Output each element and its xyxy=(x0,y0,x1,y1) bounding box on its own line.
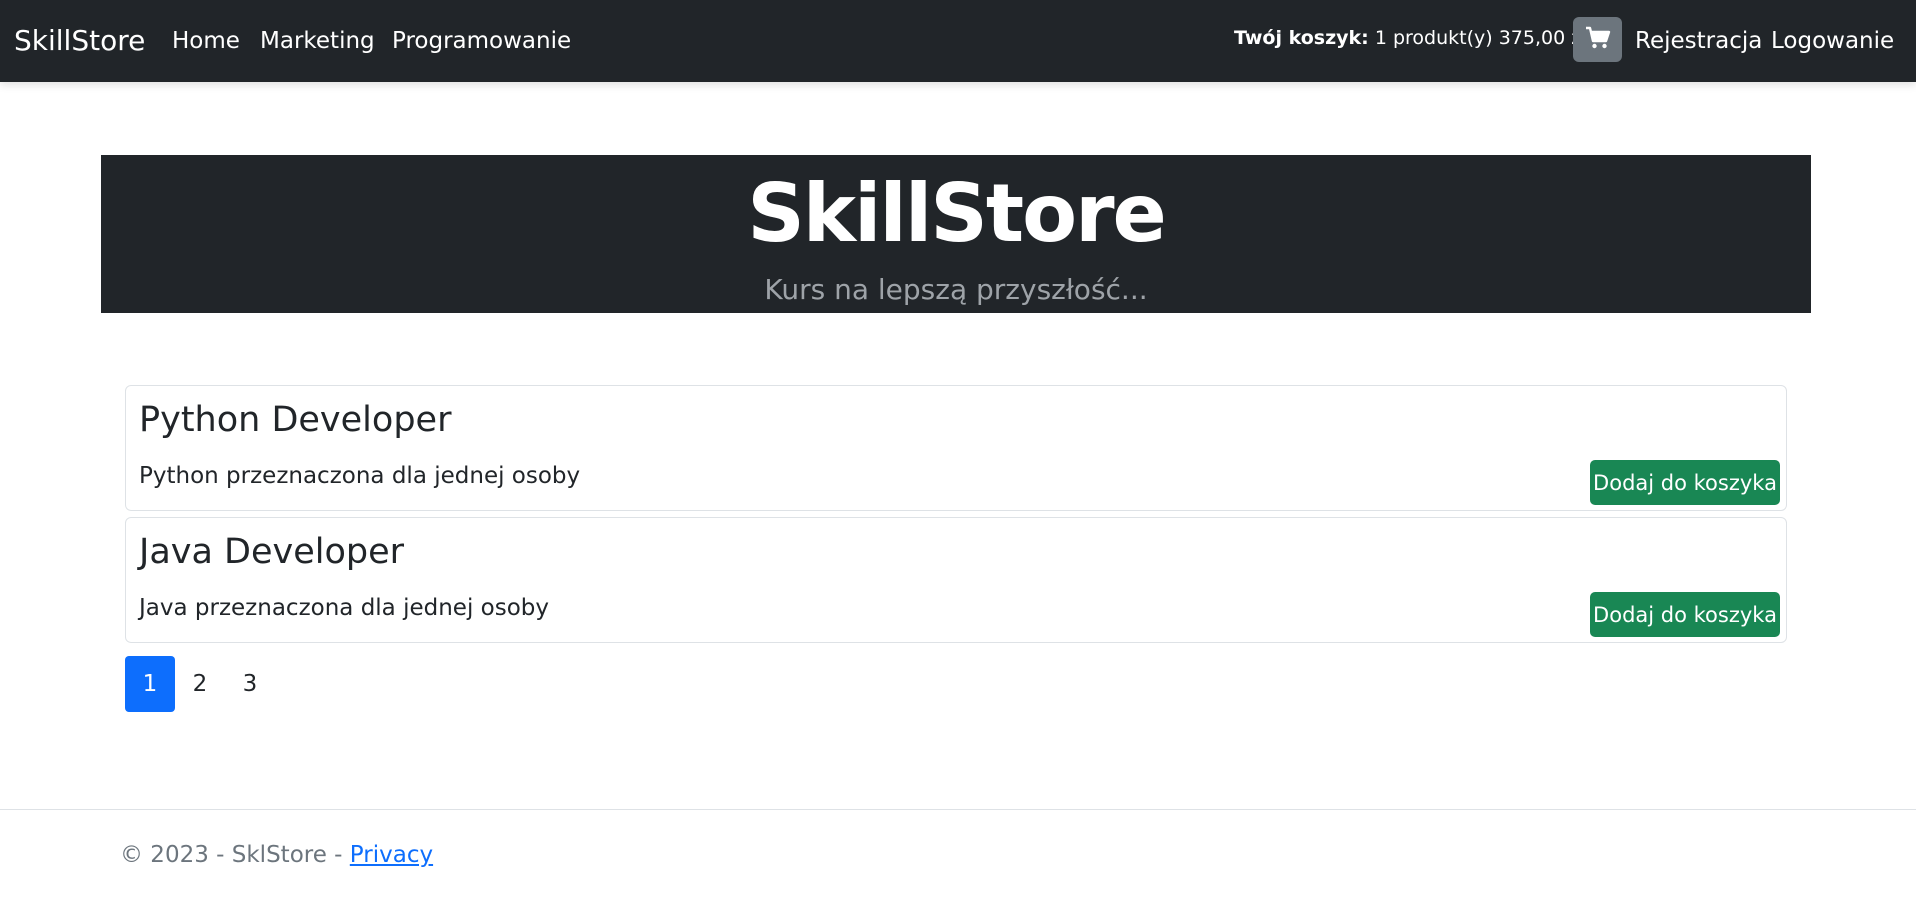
cart-info: 1 produkt(y) 375,00 zł xyxy=(1374,27,1587,49)
cart-label: Twój koszyk: xyxy=(1234,27,1369,49)
cart-summary: Twój koszyk: 1 produkt(y) 375,00 zł xyxy=(1234,27,1587,49)
cart-button[interactable] xyxy=(1573,17,1622,62)
product-description: Java przeznaczona dla jednej osoby xyxy=(139,595,549,621)
login-link[interactable]: Logowanie xyxy=(1771,28,1894,54)
hero-title: SkillStore xyxy=(747,167,1167,260)
product-title: Java Developer xyxy=(139,532,405,572)
nav-link-home[interactable]: Home xyxy=(172,28,240,54)
nav-link-marketing[interactable]: Marketing xyxy=(260,28,375,54)
top-navbar: SkillStore Home Marketing Programowanie … xyxy=(0,0,1916,82)
add-to-cart-button[interactable]: Dodaj do koszyka xyxy=(1590,592,1780,637)
page-link-2[interactable]: 2 xyxy=(175,656,225,712)
shopping-cart-icon xyxy=(1585,26,1611,54)
hero-banner: SkillStore Kurs na lepszą przyszłość... xyxy=(101,155,1811,313)
add-to-cart-button[interactable]: Dodaj do koszyka xyxy=(1590,460,1780,505)
brand-link[interactable]: SkillStore xyxy=(14,24,145,57)
hero-subtitle: Kurs na lepszą przyszłość... xyxy=(764,273,1148,306)
page-link-1[interactable]: 1 xyxy=(125,656,175,712)
register-link[interactable]: Rejestracja xyxy=(1635,28,1762,54)
footer-copyright: © 2023 - SklStore - xyxy=(120,842,350,868)
product-card: Python Developer Python przeznaczona dla… xyxy=(125,385,1787,511)
page-link-3[interactable]: 3 xyxy=(225,656,275,712)
product-title: Python Developer xyxy=(139,400,452,440)
footer-divider xyxy=(0,809,1916,810)
product-card: Java Developer Java przeznaczona dla jed… xyxy=(125,517,1787,643)
footer: © 2023 - SklStore - Privacy xyxy=(120,842,433,868)
nav-link-programowanie[interactable]: Programowanie xyxy=(392,28,571,54)
product-description: Python przeznaczona dla jednej osoby xyxy=(139,463,581,489)
pagination: 1 2 3 xyxy=(125,656,275,712)
privacy-link[interactable]: Privacy xyxy=(350,842,433,868)
